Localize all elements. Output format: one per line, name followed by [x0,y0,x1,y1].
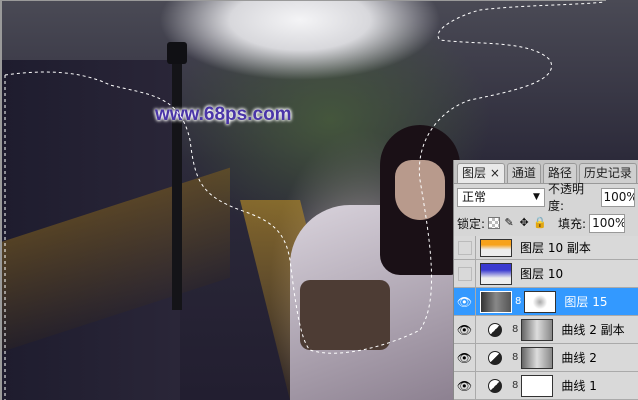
lock-brush-icon[interactable]: ✎ [503,217,515,229]
blend-mode-select[interactable]: 正常 ▼ [457,187,545,207]
fill-label: 填充: [558,216,587,231]
layers-panel: 图层 × 通道 路径 历史记录 正常 ▼ 不透明度: 100% 锁定: ✎ ✥ 🔒… [453,160,638,400]
layer-mask-thumbnail[interactable] [524,290,557,313]
lock-transparency-icon[interactable] [488,217,501,229]
tab-channels[interactable]: 通道 [506,163,541,183]
link-icon: 8 [515,296,522,307]
layer-name: 曲线 2 [561,351,597,365]
layer-mask-thumbnail[interactable] [521,318,554,341]
layer-row[interactable]: 👁 8 曲线 1 [454,372,638,400]
layer-row[interactable]: 图层 10 [454,260,638,288]
layer-thumbnail [480,290,512,313]
adjustment-layer-icon [488,350,502,365]
layer-name: 曲线 2 副本 [561,323,625,337]
layer-thumbnail [480,262,512,285]
link-icon: 8 [512,324,519,335]
adjustment-layer-icon [488,322,502,337]
adjustment-layer-icon [488,378,502,393]
opacity-input[interactable]: 100% [600,187,635,207]
eye-icon[interactable]: 👁 [454,316,476,343]
eye-icon[interactable]: 👁 [454,372,476,399]
link-icon: 8 [512,352,519,363]
layer-name: 图层 15 [564,295,608,309]
visibility-toggle[interactable] [454,236,476,259]
fill-input[interactable]: 100% [589,213,626,233]
blend-row: 正常 ▼ 不透明度: 100% [454,182,638,213]
lock-row: 锁定: ✎ ✥ 🔒 填充: 100% [454,210,638,236]
link-icon: 8 [512,380,519,391]
eye-icon[interactable]: 👁 [454,288,476,315]
layer-name: 图层 10 [520,267,564,281]
layers-list: 图层 10 副本 图层 10 👁 8 图层 15 👁 8 曲线 2 副本 👁 8… [454,236,638,400]
layer-row[interactable]: 图层 10 副本 [454,236,638,260]
layer-row[interactable]: 👁 8 曲线 2 副本 [454,316,638,344]
layer-mask-thumbnail[interactable] [521,346,554,369]
layer-name: 曲线 1 [561,379,597,393]
opacity-label: 不透明度: [547,182,584,213]
lock-all-icon[interactable]: 🔒 [533,217,547,229]
layer-name: 图层 10 副本 [520,241,591,255]
panel-tabs: 图层 × 通道 路径 历史记录 [454,160,638,184]
layer-mask-thumbnail[interactable] [521,374,554,397]
chevron-down-icon: ▼ [533,191,540,202]
tab-layers[interactable]: 图层 × [457,163,505,183]
lock-label: 锁定: [457,216,486,231]
layer-row-selected[interactable]: 👁 8 图层 15 [454,288,638,316]
lock-move-icon[interactable]: ✥ [518,217,530,229]
visibility-toggle[interactable] [454,260,476,287]
eye-icon[interactable]: 👁 [454,344,476,371]
layer-row[interactable]: 👁 8 曲线 2 [454,344,638,372]
blend-mode-value: 正常 [462,189,487,204]
layer-thumbnail [480,238,512,257]
